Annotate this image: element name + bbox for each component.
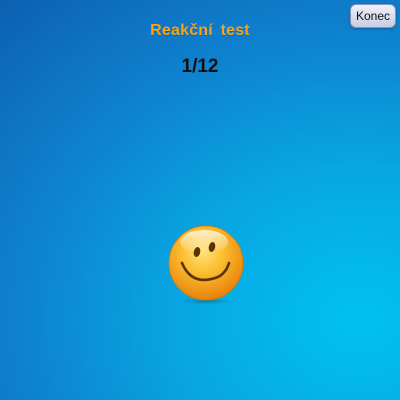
game-title: Reakční test	[150, 22, 250, 39]
game-screen: Reakční test 1/12 Konec	[0, 0, 400, 400]
end-button[interactable]: Konec	[350, 4, 396, 28]
round-counter: 1/12	[181, 56, 219, 77]
smiley-face-icon[interactable]	[166, 225, 246, 305]
